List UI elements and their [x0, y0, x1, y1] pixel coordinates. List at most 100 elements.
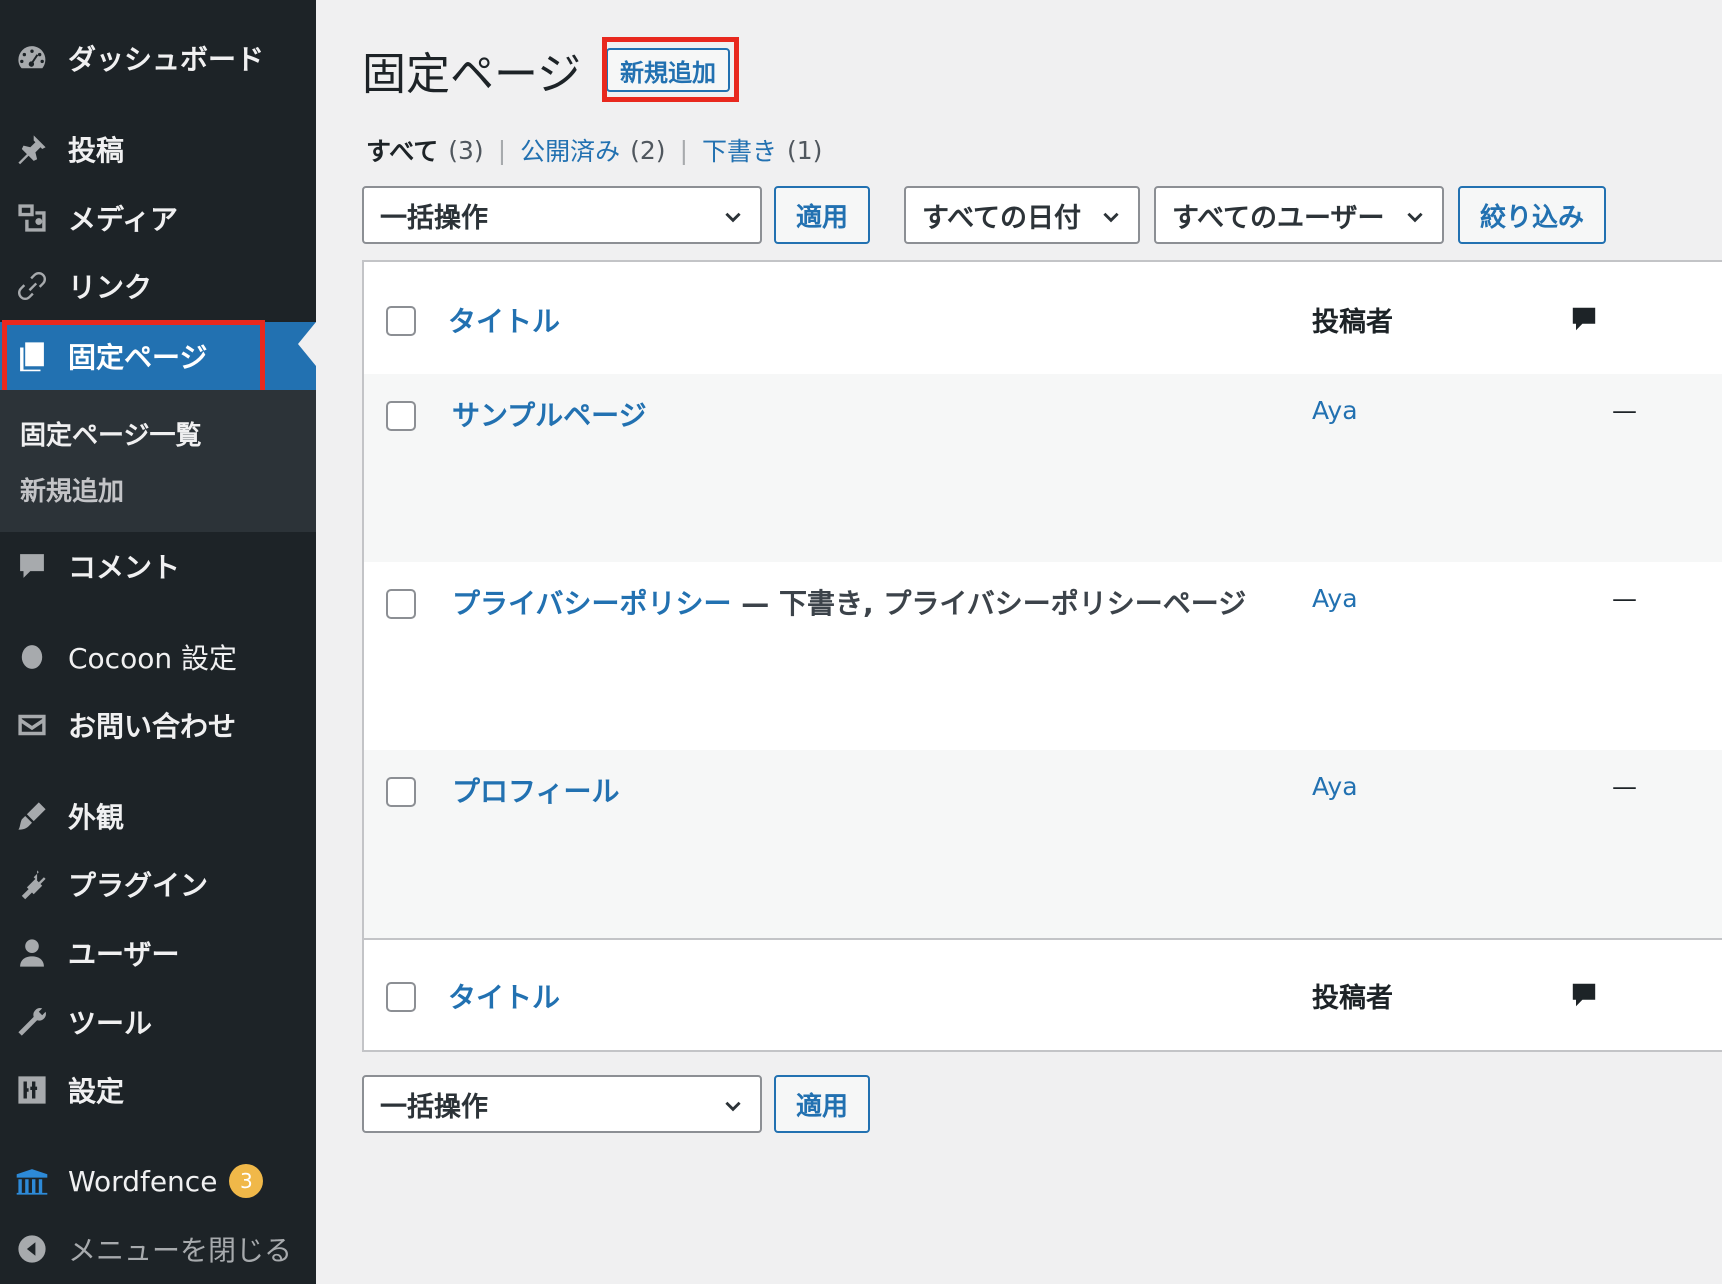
comment-icon	[1568, 302, 1600, 336]
admin-sidebar: ダッシュボード 投稿 メディア リンク 固定ページ 固定ページ一覧 新規追加 コ…	[0, 0, 316, 1284]
view-separator: |	[497, 135, 507, 165]
user-filter-select[interactable]: すべてのユーザー	[1154, 186, 1444, 244]
view-draft-link[interactable]: 下書き	[702, 132, 777, 168]
link-icon	[14, 268, 50, 304]
chevron-down-icon	[722, 1093, 744, 1115]
sidebar-item-label: プラグイン	[68, 869, 209, 902]
row-post-state: — 下書き, プライバシーポリシーページ	[731, 587, 1247, 620]
bulk-action-select-bottom[interactable]: 一括操作	[362, 1075, 762, 1133]
column-author-footer: 投稿者	[1312, 983, 1393, 1014]
main-content: 固定ページ 新規追加 すべて (3) | 公開済み (2) | 下書き (1) …	[316, 0, 1722, 1284]
select-all-checkbox-footer[interactable]	[386, 982, 416, 1012]
sidebar-item-label: 外観	[68, 801, 125, 834]
sidebar-item-label: Cocoon 設定	[68, 642, 237, 675]
view-published-link[interactable]: 公開済み	[520, 132, 620, 168]
view-separator: |	[679, 135, 688, 165]
row-checkbox[interactable]	[386, 589, 416, 619]
settings-icon	[14, 1072, 50, 1108]
row-title-link[interactable]: プロフィール	[452, 770, 619, 810]
table-row: プライバシーポリシー — 下書き, プライバシーポリシーページ Aya —	[364, 562, 1722, 750]
sidebar-item-label: ダッシュボード	[68, 43, 265, 76]
chevron-down-icon	[1404, 204, 1426, 226]
comment-icon	[1568, 978, 1600, 1012]
sidebar-item-label: コメント	[68, 551, 181, 584]
sidebar-item-users[interactable]: ユーザー	[0, 920, 316, 986]
column-title-header[interactable]: タイトル	[448, 300, 560, 340]
filter-button[interactable]: 絞り込み	[1458, 186, 1606, 244]
sidebar-item-label: ユーザー	[68, 938, 180, 971]
sidebar-item-label: メニューを閉じる	[68, 1234, 293, 1267]
sidebar-item-cocoon-settings[interactable]: Cocoon 設定	[0, 624, 316, 690]
apply-button-bottom[interactable]: 適用	[774, 1075, 870, 1133]
cocoon-icon	[14, 639, 50, 675]
sidebar-item-pages[interactable]: 固定ページ	[0, 322, 316, 390]
row-author-link[interactable]: Aya	[1312, 584, 1358, 613]
current-menu-arrow	[298, 322, 316, 366]
sidebar-item-settings[interactable]: 設定	[0, 1057, 316, 1123]
row-title-text: サンプルページ	[452, 399, 647, 432]
brush-icon	[14, 798, 50, 834]
row-title-text: プロフィール	[452, 775, 620, 808]
mail-icon	[14, 707, 50, 743]
submenu-item-add-new[interactable]: 新規追加	[20, 471, 124, 508]
sidebar-item-contact[interactable]: お問い合わせ	[0, 692, 316, 758]
row-comment-count: —	[1612, 772, 1637, 801]
column-title-footer[interactable]: タイトル	[448, 976, 560, 1016]
view-draft-count: (1)	[787, 135, 823, 165]
submenu-item-all-pages[interactable]: 固定ページ一覧	[20, 415, 201, 452]
sidebar-item-links[interactable]: リンク	[0, 253, 316, 319]
row-title-link[interactable]: サンプルページ	[452, 394, 647, 434]
add-new-button[interactable]: 新規追加	[606, 48, 730, 92]
sidebar-item-appearance[interactable]: 外観	[0, 783, 316, 849]
chevron-down-icon	[722, 204, 744, 226]
row-comment-count: —	[1612, 584, 1637, 613]
wordfence-icon	[14, 1163, 50, 1199]
row-checkbox[interactable]	[386, 401, 416, 431]
sidebar-item-label: ツール	[68, 1007, 153, 1040]
dashboard-icon	[14, 40, 50, 76]
sidebar-item-label: リンク	[68, 271, 153, 304]
page-icon	[14, 338, 50, 374]
date-filter-value: すべての日付	[922, 202, 1082, 234]
sidebar-item-label: 固定ページ	[68, 341, 208, 374]
pages-submenu: 固定ページ一覧 新規追加	[0, 390, 316, 532]
notification-badge: 3	[229, 1164, 264, 1198]
view-all-link[interactable]: すべて	[366, 132, 438, 168]
sidebar-item-tools[interactable]: ツール	[0, 989, 316, 1055]
select-all-checkbox[interactable]	[386, 306, 416, 336]
sidebar-item-label: 設定	[68, 1075, 125, 1108]
wrench-icon	[14, 1004, 50, 1040]
table-header-row: タイトル 投稿者	[364, 262, 1722, 376]
sidebar-item-label: 投稿	[68, 134, 125, 167]
pages-table: タイトル 投稿者 サンプルページ Aya — プライバシーポリシー — 下書き,…	[362, 260, 1722, 1052]
row-author-link[interactable]: Aya	[1312, 396, 1358, 425]
bulk-action-value: 一括操作	[380, 202, 488, 234]
row-checkbox[interactable]	[386, 777, 416, 807]
row-title-link[interactable]: プライバシーポリシー — 下書き, プライバシーポリシーページ	[452, 582, 1246, 622]
collapse-menu-button[interactable]: メニューを閉じる	[0, 1216, 316, 1282]
date-filter-select[interactable]: すべての日付	[904, 186, 1140, 244]
view-all-count: (3)	[448, 135, 484, 165]
sidebar-item-comments[interactable]: コメント	[0, 533, 316, 599]
apply-button-top[interactable]: 適用	[774, 186, 870, 244]
sidebar-item-media[interactable]: メディア	[0, 185, 316, 251]
table-row: プロフィール Aya —	[364, 750, 1722, 938]
column-author-header: 投稿者	[1312, 307, 1393, 338]
sidebar-item-plugins[interactable]: プラグイン	[0, 851, 316, 917]
collapse-icon	[14, 1231, 50, 1267]
user-filter-value: すべてのユーザー	[1172, 202, 1385, 234]
bulk-action-value: 一括操作	[380, 1091, 488, 1123]
pin-icon	[14, 131, 50, 167]
sidebar-item-label: Wordfence	[68, 1164, 218, 1198]
row-author-link[interactable]: Aya	[1312, 772, 1358, 801]
row-comment-count: —	[1612, 396, 1637, 425]
sidebar-item-label: メディア	[68, 203, 179, 236]
sidebar-item-wordfence[interactable]: Wordfence 3	[0, 1148, 316, 1214]
view-published-count: (2)	[630, 135, 666, 165]
table-row: サンプルページ Aya —	[364, 374, 1722, 562]
chevron-down-icon	[1100, 204, 1122, 226]
sidebar-item-posts[interactable]: 投稿	[0, 116, 316, 182]
sidebar-item-dashboard[interactable]: ダッシュボード	[0, 25, 316, 91]
media-icon	[14, 200, 50, 236]
bulk-action-select-top[interactable]: 一括操作	[362, 186, 762, 244]
